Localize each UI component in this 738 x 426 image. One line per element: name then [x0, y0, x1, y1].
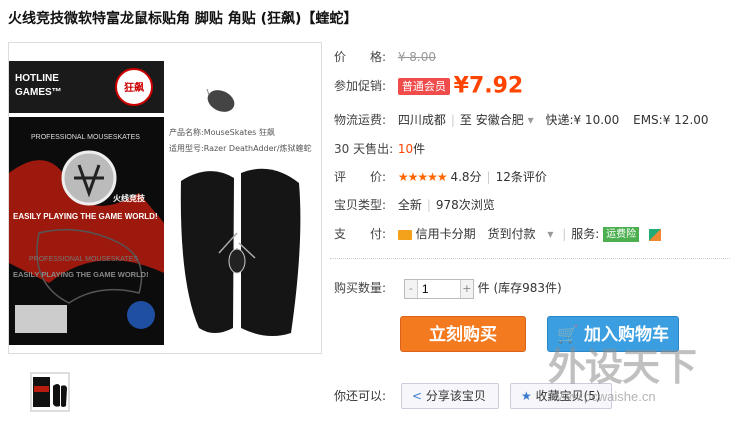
- rating-score: 4.8分: [450, 170, 482, 184]
- shipping-label: 物流运费:: [334, 113, 387, 127]
- share-icon: <: [412, 389, 423, 403]
- product-name-line: 产品名称:MouseSkates 狂飙: [169, 127, 275, 137]
- divider: [330, 258, 730, 259]
- review-count-link[interactable]: 12条评价: [496, 170, 547, 184]
- product-model-line: 适用型号:Razer DeathAdder/炼狱蝰蛇: [169, 143, 312, 153]
- guarantee-icon: [648, 228, 661, 241]
- quantity-label: 购买数量:: [334, 281, 387, 295]
- buy-now-button[interactable]: 立刻购买: [400, 316, 526, 352]
- credit-installment[interactable]: 信用卡分期: [416, 227, 476, 241]
- item-type-label: 宝贝类型:: [334, 198, 387, 212]
- increment-button[interactable]: +: [460, 279, 473, 298]
- decrement-button[interactable]: -: [404, 279, 417, 298]
- svg-text:EASILY PLAYING THE GAME WORLD!: EASILY PLAYING THE GAME WORLD!: [13, 270, 149, 279]
- payment-label: 支 付:: [334, 227, 387, 241]
- watermark-logo: 外设天下: [548, 345, 697, 389]
- price-label: 价 格:: [334, 50, 387, 64]
- service-label: 服务:: [571, 227, 600, 241]
- svg-text:HOTLINE: HOTLINE: [15, 73, 59, 84]
- svg-text:EASILY PLAYING THE GAME WORLD!: EASILY PLAYING THE GAME WORLD!: [13, 212, 158, 221]
- stock-info: 件 (库存983件): [477, 281, 562, 295]
- share-item-label: 分享该宝贝: [425, 389, 486, 403]
- thumbnail-image: [32, 374, 68, 410]
- product-title: 火线竞技微软特富龙鼠标贴角 脚贴 角贴 (狂飙)【蝰蛇】: [8, 11, 358, 27]
- view-count: 978次浏览: [435, 198, 495, 212]
- brand-stamp-text: 狂飙: [124, 81, 144, 94]
- svg-text:PROFESSIONAL MOUSESKATES: PROFESSIONAL MOUSESKATES: [31, 134, 140, 141]
- svg-text:GAMES™: GAMES™: [15, 87, 62, 98]
- item-type-row: 宝贝类型: 全新 | 978次浏览: [334, 195, 495, 215]
- cash-on-delivery[interactable]: 货到付款: [488, 227, 536, 241]
- promo-price: ¥7.92: [453, 73, 524, 99]
- express-fee: 快递:¥ 10.00: [545, 113, 620, 127]
- share-item-button[interactable]: < 分享该宝贝: [401, 383, 499, 409]
- rating-row: 评 价: ★★★★★ 4.8分 | 12条评价: [334, 167, 547, 187]
- shipping-row: 物流运费: 四川成都 | 至 安徽合肥 ▾ 快递:¥ 10.00 EMS:¥ 12.…: [334, 110, 709, 130]
- sales-row: 30 天售出: 10件: [334, 139, 425, 159]
- payment-dropdown-icon[interactable]: ▾: [547, 227, 553, 241]
- payment-row: 支 付: 信用卡分期 货到付款 ▾ | 服务: 运费险: [334, 224, 661, 244]
- sales-count: 10: [397, 142, 414, 156]
- ems-fee: EMS:¥ 12.00: [633, 113, 709, 127]
- ship-from: 四川成都: [397, 113, 446, 127]
- watermark-url: www.pcwaishe.cn: [553, 389, 656, 404]
- credit-card-icon: [397, 229, 412, 240]
- promo-label: 参加促销:: [334, 79, 387, 93]
- svg-text:PROFESSIONAL MOUSESKATES: PROFESSIONAL MOUSESKATES: [29, 256, 138, 263]
- promo-row: 参加促销: 普通会员 ¥7.92: [334, 74, 523, 98]
- shipping-insurance-badge: 运费险: [603, 227, 640, 242]
- original-price: ¥ 8.00: [397, 50, 436, 64]
- share-label: 你还可以:: [334, 389, 387, 403]
- chinese-brand-text: 火线竞技: [113, 193, 146, 203]
- ship-to-prefix: 至: [459, 113, 472, 127]
- product-photo: HOTLINE GAMES™ 狂飙 PROFESSIONAL MOUSESKAT…: [9, 43, 321, 353]
- chevron-down-icon: ▾: [527, 113, 534, 127]
- sales-unit: 件: [413, 142, 426, 156]
- ship-to-select[interactable]: 安徽合肥 ▾: [476, 113, 534, 127]
- price-row: 价 格: ¥ 8.00: [334, 47, 436, 67]
- star-icon: ★: [521, 389, 532, 403]
- rating-label: 评 价:: [334, 170, 387, 184]
- member-badge: 普通会员: [397, 78, 450, 95]
- quantity-input[interactable]: [416, 279, 461, 298]
- star-rating-icon: ★★★★★: [397, 170, 448, 184]
- product-thumbnail[interactable]: [30, 372, 70, 412]
- quantity-row: 购买数量: - + 件 (库存983件): [334, 276, 562, 300]
- item-condition: 全新: [397, 198, 422, 212]
- sales-label: 30 天售出:: [334, 142, 394, 156]
- product-main-image[interactable]: HOTLINE GAMES™ 狂飙 PROFESSIONAL MOUSESKAT…: [8, 42, 322, 354]
- quantity-stepper[interactable]: - +: [403, 278, 474, 299]
